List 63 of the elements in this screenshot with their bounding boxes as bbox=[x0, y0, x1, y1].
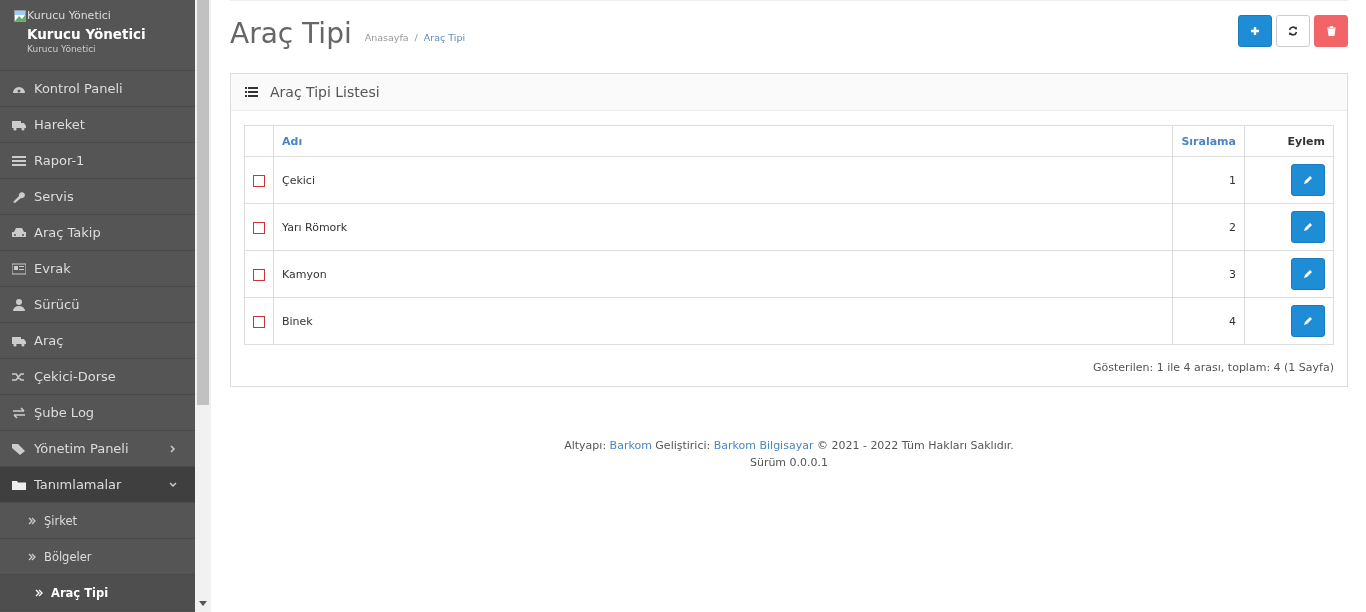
panel-title: Araç Tipi Listesi bbox=[270, 84, 380, 100]
row-checkbox[interactable] bbox=[253, 268, 265, 281]
edit-button[interactable] bbox=[1291, 305, 1325, 337]
plus-icon bbox=[1250, 26, 1260, 36]
scroll-down-icon[interactable] bbox=[199, 601, 207, 606]
table-cell: Binek bbox=[282, 314, 313, 328]
broken-image-icon bbox=[14, 9, 26, 22]
row-checkbox[interactable] bbox=[253, 221, 265, 234]
chevron-right-icon bbox=[169, 444, 177, 453]
version-text: Sürüm 0.0.0.1 bbox=[748, 456, 830, 469]
submenu-item[interactable]: Araç Tipi bbox=[0, 575, 195, 611]
pencil-icon bbox=[1303, 222, 1313, 232]
double-chevron-icon bbox=[28, 516, 36, 525]
add-button[interactable] bbox=[1238, 15, 1272, 47]
edit-button[interactable] bbox=[1291, 164, 1325, 196]
column-header: Eylem bbox=[1287, 134, 1325, 148]
breadcrumb-link[interactable]: Anasayfa bbox=[364, 31, 409, 43]
sidebar-item[interactable]: Tanımlamalar bbox=[0, 467, 195, 503]
user-icon bbox=[12, 298, 26, 311]
profile-name: Kurucu Yönetici bbox=[27, 26, 147, 42]
double-chevron-icon bbox=[28, 552, 36, 561]
table-cell: 4 bbox=[1229, 314, 1236, 328]
pagination-summary: Gösterilen: 1 ile 4 arası, toplam: 4 (1 Sayfa) bbox=[1092, 361, 1334, 374]
table-cell: 2 bbox=[1229, 220, 1236, 234]
truck-icon bbox=[12, 118, 26, 131]
double-chevron-icon bbox=[35, 588, 43, 597]
truck-icon bbox=[12, 334, 26, 347]
row-checkbox[interactable] bbox=[253, 174, 265, 187]
wrench-icon bbox=[12, 190, 26, 203]
pencil-icon bbox=[1303, 175, 1313, 185]
list-icon bbox=[245, 87, 258, 97]
column-header[interactable]: Adı bbox=[282, 134, 303, 148]
table-cell: 3 bbox=[1229, 267, 1236, 281]
pencil-icon bbox=[1303, 316, 1313, 326]
profile-image-alt-text: Kurucu Yönetici bbox=[27, 9, 111, 22]
refresh-icon bbox=[1288, 26, 1298, 36]
pencil-icon bbox=[1303, 269, 1313, 279]
chevron-down-icon bbox=[169, 480, 177, 489]
delete-button[interactable] bbox=[1314, 15, 1348, 47]
car-icon bbox=[12, 226, 26, 239]
breadcrumb-current: Araç Tipi bbox=[423, 31, 466, 43]
table-cell: Kamyon bbox=[282, 267, 327, 281]
table-cell: 1 bbox=[1229, 173, 1236, 187]
footer-link[interactable]: Barkom Bilgisayar bbox=[713, 439, 814, 452]
exchange-icon bbox=[12, 406, 26, 419]
list-icon bbox=[12, 154, 26, 167]
footer-text: Altyapı: Barkom Geliştirici: Barkom Bilgisayar © 2021 - 2022 Tüm Hakları Saklıdır. bbox=[563, 439, 1015, 452]
folder-icon bbox=[12, 478, 26, 491]
table-cell: Yarı Römork bbox=[282, 220, 348, 234]
trash-icon bbox=[1326, 26, 1336, 36]
refresh-button[interactable] bbox=[1276, 15, 1310, 47]
table-cell: Çekici bbox=[282, 173, 315, 187]
shuffle-icon bbox=[12, 370, 26, 383]
footer-link[interactable]: Barkom bbox=[609, 439, 652, 452]
tag-icon bbox=[12, 442, 26, 455]
row-checkbox[interactable] bbox=[253, 315, 265, 328]
edit-button[interactable] bbox=[1291, 258, 1325, 290]
profile-role: Kurucu Yönetici bbox=[27, 44, 97, 54]
breadcrumb-separator: / bbox=[414, 31, 418, 43]
newspaper-icon bbox=[12, 262, 26, 275]
edit-button[interactable] bbox=[1291, 211, 1325, 243]
page-title: Araç Tipi bbox=[230, 16, 352, 50]
scrollbar[interactable] bbox=[195, 0, 211, 612]
